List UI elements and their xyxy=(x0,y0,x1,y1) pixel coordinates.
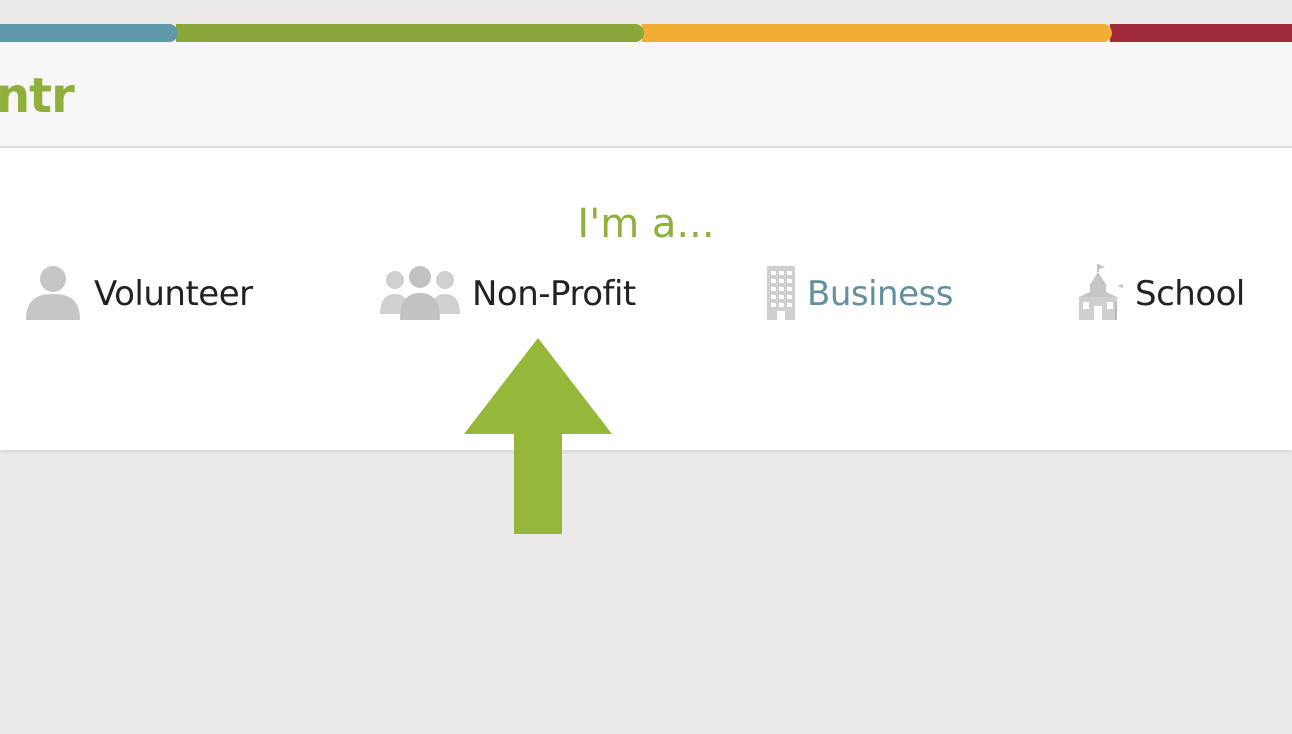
account-type-panel: I'm a... Volunteer Non-Profit Business S… xyxy=(0,148,1292,450)
option-volunteer-label: Volunteer xyxy=(94,274,253,314)
stripe-segment-green xyxy=(176,24,644,42)
option-school-label: School xyxy=(1135,274,1245,314)
schoolhouse-icon xyxy=(1075,264,1125,324)
option-business[interactable]: Business xyxy=(765,266,953,322)
stripe-segment-red xyxy=(1110,24,1292,42)
building-icon xyxy=(765,264,797,324)
option-school[interactable]: School xyxy=(1075,264,1245,324)
group-icon xyxy=(378,264,462,324)
option-non-profit-label: Non-Profit xyxy=(472,274,636,314)
color-stripe xyxy=(0,24,1292,42)
person-icon xyxy=(22,264,84,324)
stripe-segment-blue xyxy=(0,24,178,42)
site-logo[interactable]: ntr xyxy=(0,72,75,120)
arrow-up-icon xyxy=(464,338,612,534)
option-volunteer[interactable]: Volunteer xyxy=(22,266,253,322)
account-type-prompt: I'm a... xyxy=(577,201,715,247)
header-bar: ntr xyxy=(0,42,1292,148)
stripe-segment-orange xyxy=(642,24,1112,42)
option-business-label: Business xyxy=(807,274,953,314)
option-non-profit[interactable]: Non-Profit xyxy=(378,266,636,322)
up-arrow-indicator xyxy=(462,338,614,534)
